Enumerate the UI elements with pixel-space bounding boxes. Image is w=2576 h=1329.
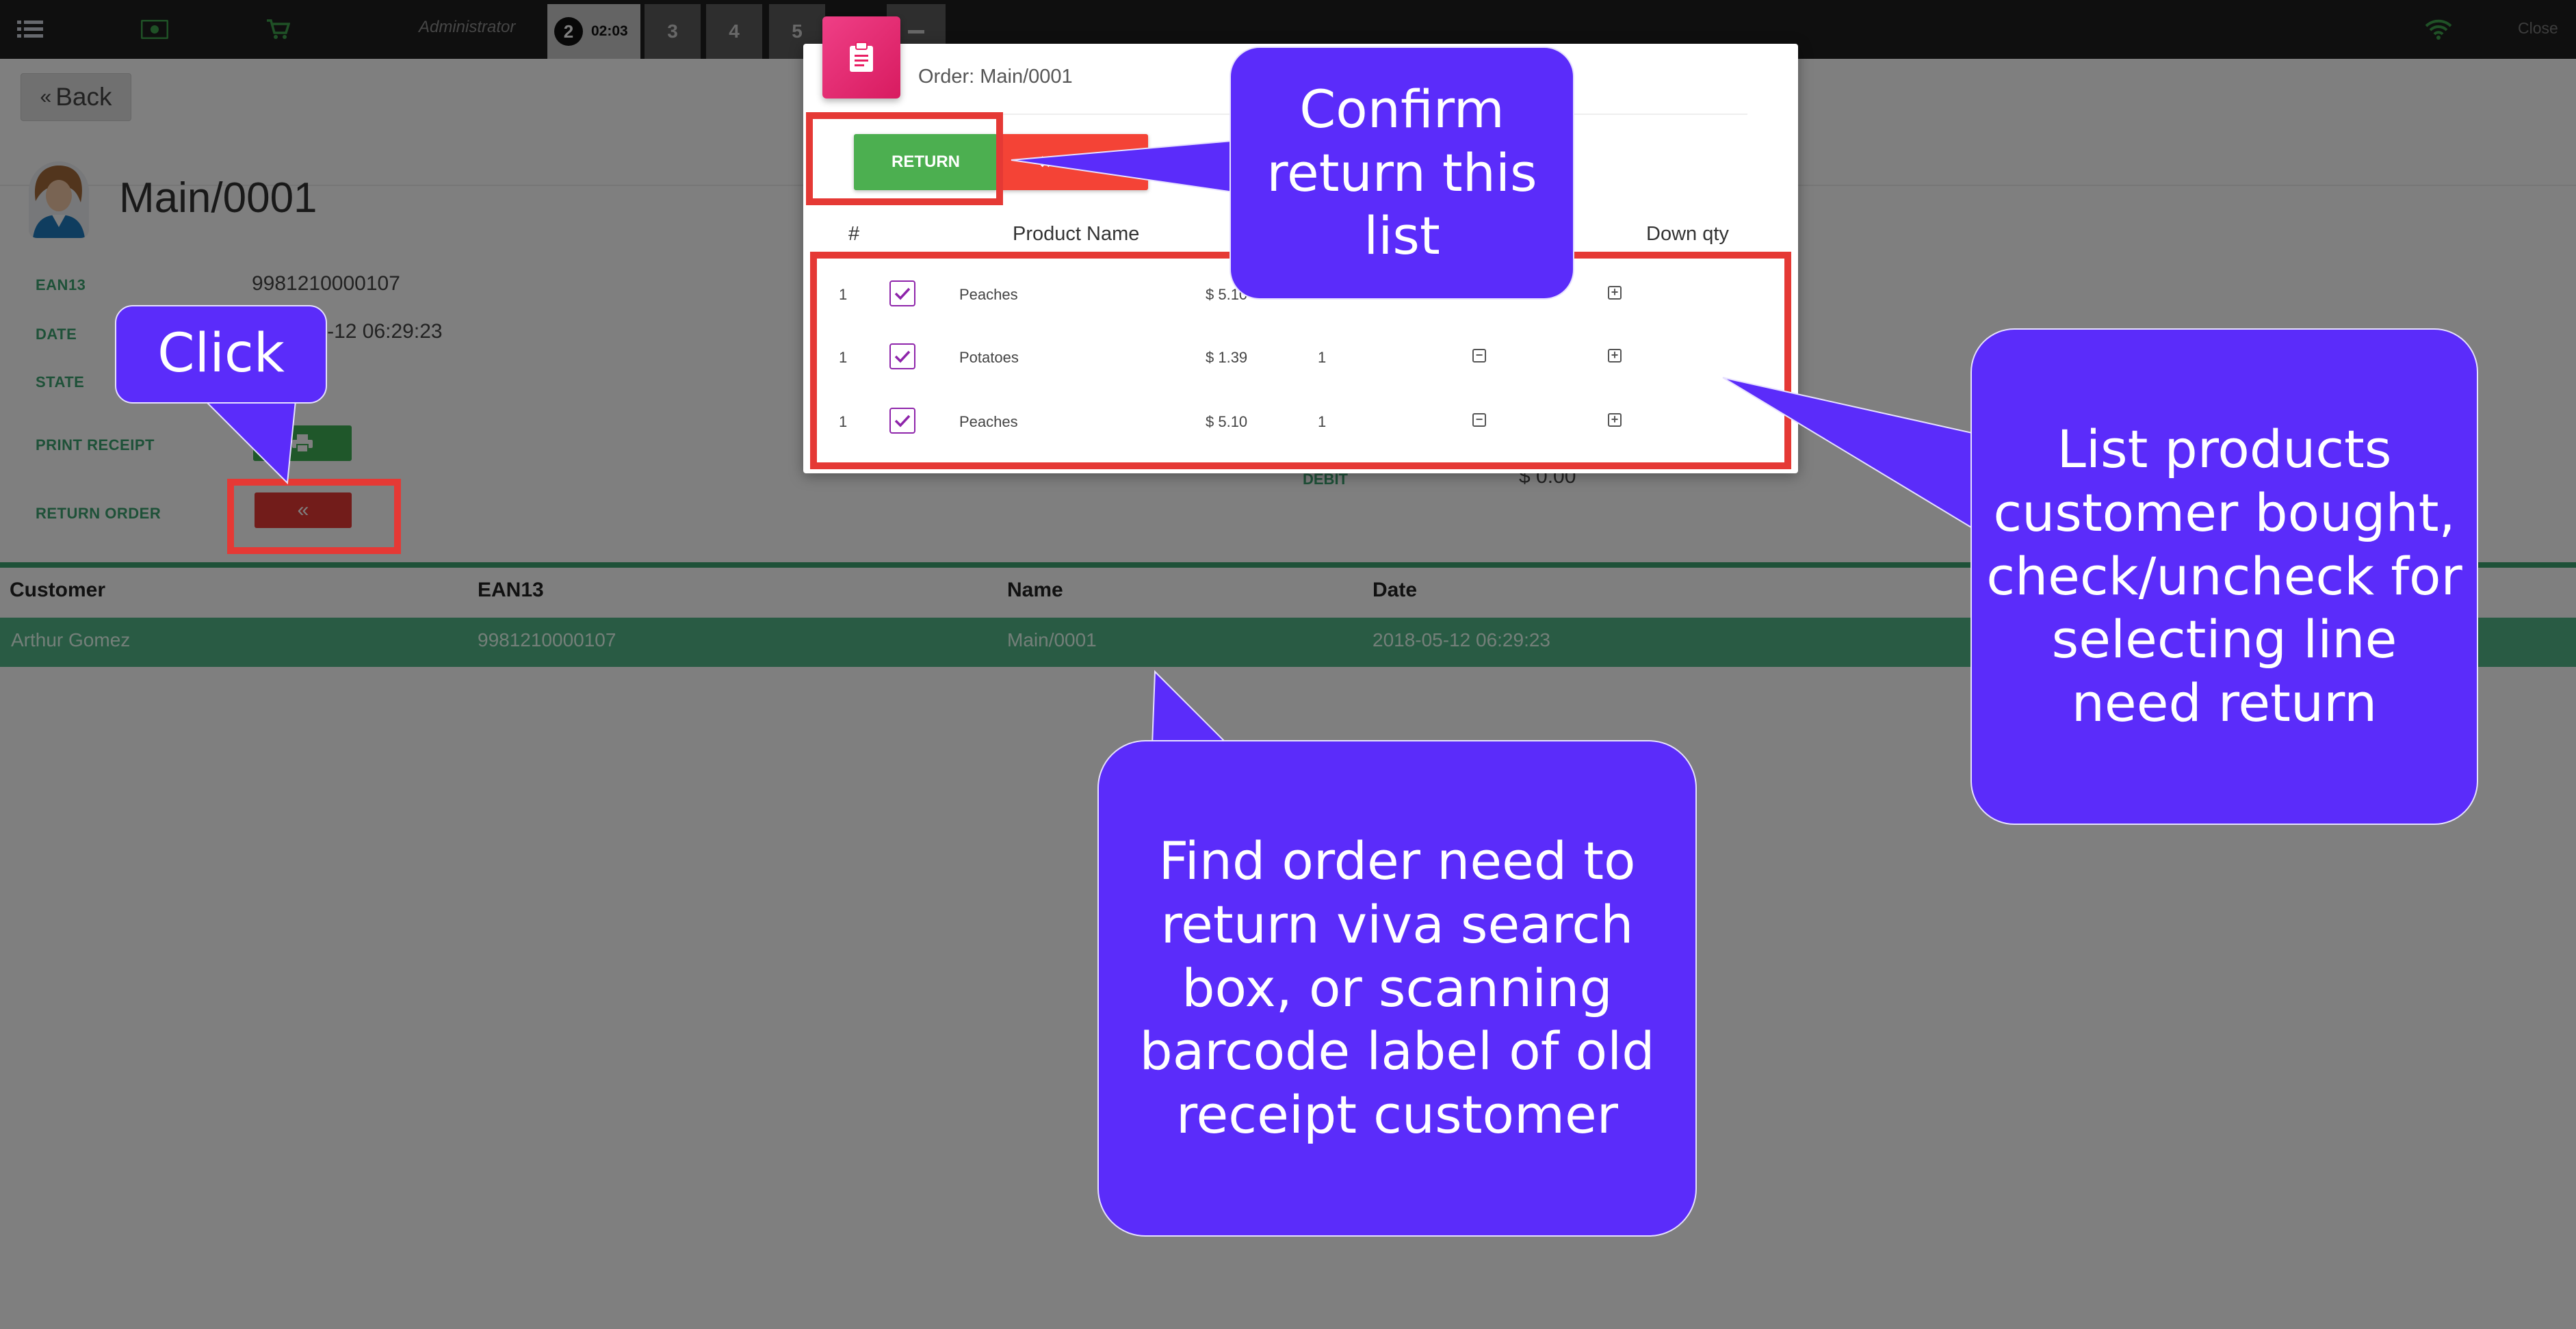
close-icon: ✖	[1039, 153, 1053, 172]
callout-click: Click	[115, 305, 327, 404]
callout-line: check/uncheck for	[1986, 545, 2462, 607]
modal-title: Order: Main/0001	[918, 66, 1073, 88]
callout-line: list	[1364, 205, 1440, 267]
highlight-return-button	[806, 112, 1003, 205]
callout-line: receipt customer	[1175, 1084, 1619, 1146]
callout-find-order: Find order need to return viva search bo…	[1097, 740, 1697, 1237]
modal-close-button[interactable]: ✖ Close	[1000, 134, 1148, 190]
callout-line: Confirm	[1299, 78, 1505, 140]
modal-header-number: #	[848, 223, 860, 245]
callout-line: selecting line	[2051, 609, 2397, 670]
highlight-return-order	[227, 479, 401, 554]
callout-line: barcode label of old	[1139, 1021, 1655, 1082]
callout-list-products: List products customer bought, check/unc…	[1970, 328, 2478, 825]
modal-close-label: Close	[1058, 153, 1100, 171]
callout-line: List products	[2057, 419, 2392, 480]
modal-header-product: Product Name	[1013, 223, 1140, 245]
callout-line: return this	[1266, 142, 1537, 203]
callout-line: Find order need to	[1158, 830, 1636, 892]
clipboard-icon	[822, 16, 900, 98]
callout-line: customer bought,	[1993, 482, 2456, 543]
callout-click-text: Click	[157, 323, 285, 385]
callout-line: box, or scanning	[1182, 957, 1613, 1018]
callout-line: need return	[2071, 672, 2378, 734]
callout-line: return viva search	[1160, 893, 1634, 955]
callout-confirm-return: Confirm return this list	[1230, 47, 1574, 300]
modal-header-down-qty: Down qty	[1646, 223, 1729, 245]
